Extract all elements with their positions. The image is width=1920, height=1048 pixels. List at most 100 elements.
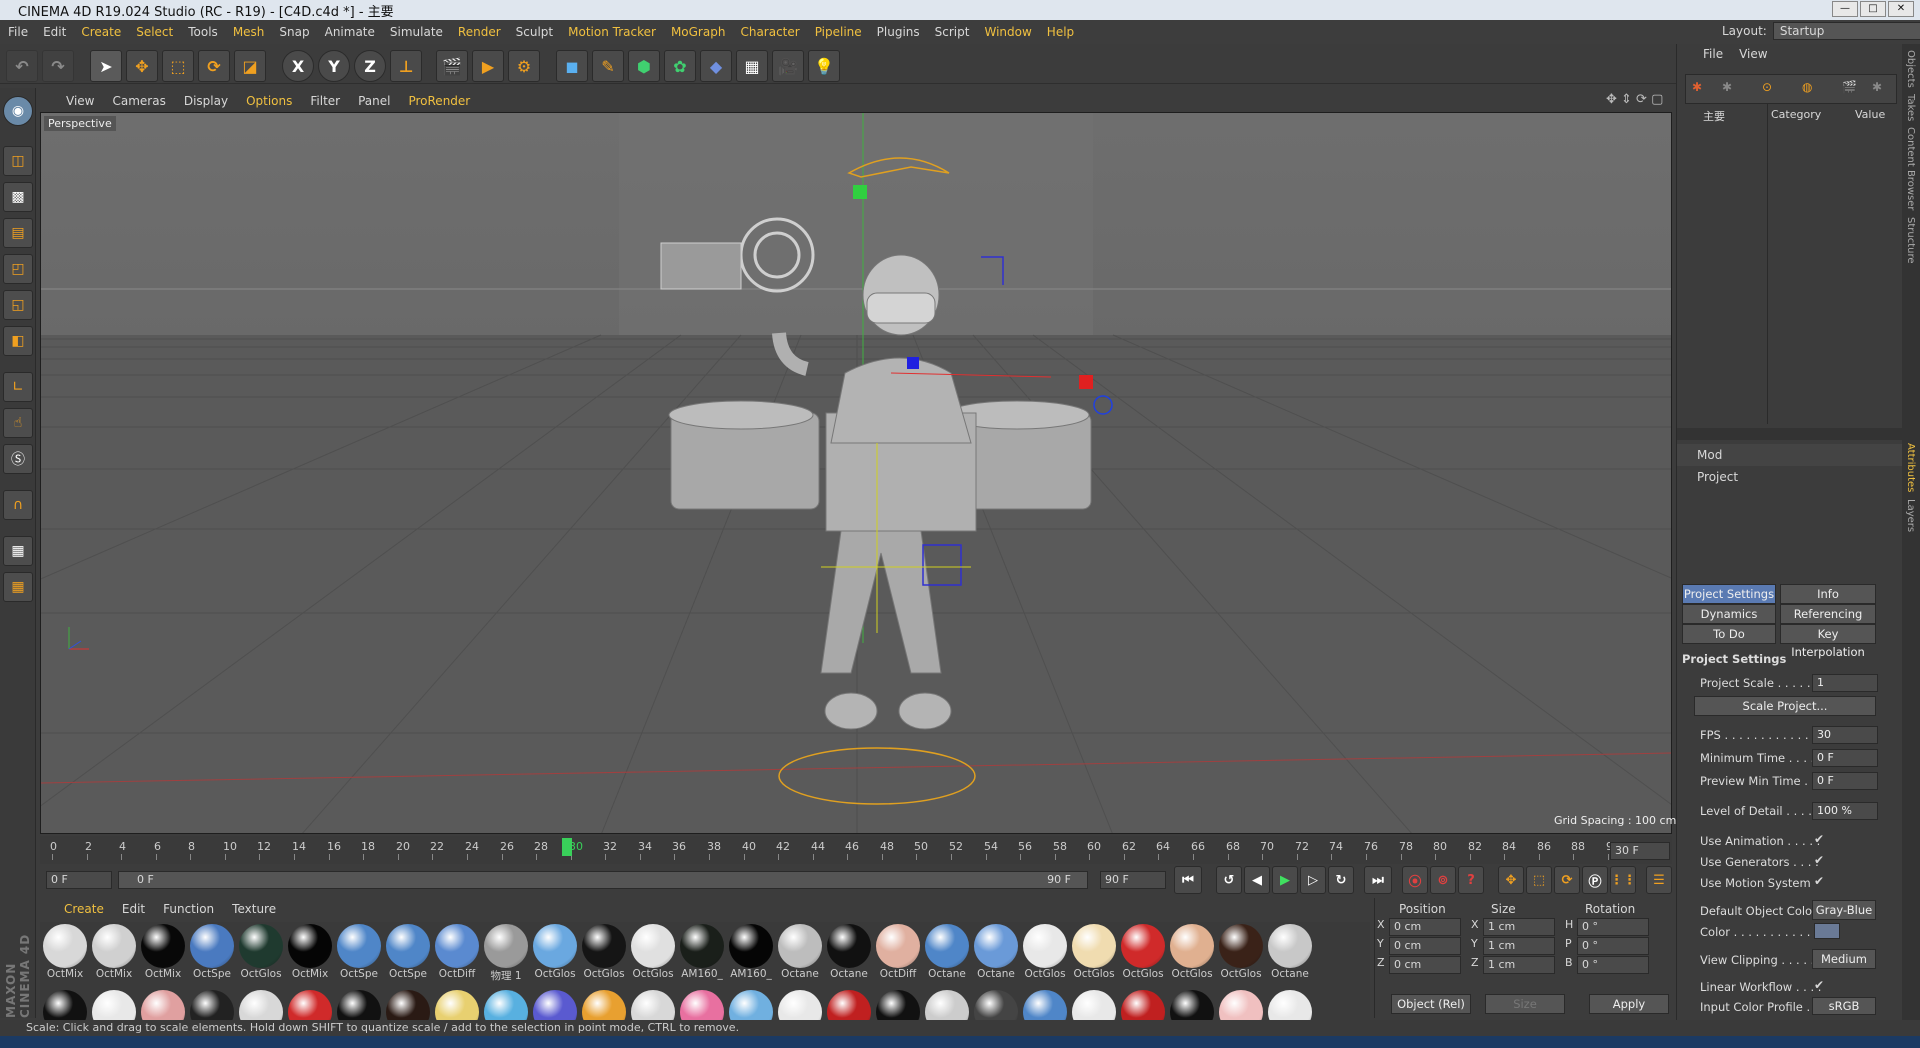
menu-render[interactable]: Render — [458, 25, 501, 39]
minimize-button[interactable]: — — [1832, 1, 1858, 17]
floor-icon[interactable]: ▦ — [736, 50, 768, 82]
select-tool-icon[interactable]: ➤ — [90, 50, 122, 82]
material-item[interactable]: OctMix — [42, 924, 88, 980]
workplane-mode-icon[interactable]: ▤ — [3, 218, 33, 248]
material-item[interactable]: OctGlos — [630, 924, 676, 980]
color-swatch[interactable] — [1814, 923, 1840, 939]
side-tab-layers[interactable]: Layers — [1905, 499, 1916, 532]
scale-project-button[interactable]: Scale Project... — [1694, 696, 1876, 716]
menu-character[interactable]: Character — [740, 25, 799, 39]
use-generators-checkbox[interactable]: ✔ — [1814, 853, 1824, 867]
menu-pipeline[interactable]: Pipeline — [815, 25, 862, 39]
points-mode-icon[interactable]: ◰ — [3, 254, 33, 284]
timeline-playhead[interactable] — [562, 838, 572, 856]
timeline-icon[interactable]: ☰ — [1646, 866, 1672, 894]
goto-end-icon[interactable]: ⏭ — [1364, 866, 1392, 894]
material-item[interactable]: OctSpe — [336, 924, 382, 980]
position-field[interactable]: 0 cm — [1389, 956, 1461, 974]
edges-mode-icon[interactable]: ◱ — [3, 290, 33, 320]
undo-icon[interactable]: ↶ — [6, 50, 38, 82]
objects-scrollbar[interactable] — [1677, 428, 1903, 440]
tab-key-interpolation[interactable]: Key Interpolation — [1780, 624, 1876, 659]
x-axis-button[interactable]: X — [282, 50, 314, 82]
linear-workflow-checkbox[interactable]: ✔ — [1814, 978, 1824, 992]
next-key-icon[interactable]: ↻ — [1328, 866, 1354, 894]
viewport-menu-view[interactable]: View — [66, 94, 94, 108]
cube-icon[interactable]: ◼ — [556, 50, 588, 82]
position-field[interactable]: 0 cm — [1389, 937, 1461, 955]
close-button[interactable]: ✕ — [1888, 1, 1914, 17]
rotation-key-icon[interactable]: ⟳ — [1554, 866, 1580, 894]
menu-motion-tracker[interactable]: Motion Tracker — [568, 25, 656, 39]
material-item[interactable]: Octane — [777, 924, 823, 980]
render-view-icon[interactable]: 🎬 — [436, 50, 468, 82]
viewport-menu-prorender[interactable]: ProRender — [408, 94, 470, 108]
octane-icon[interactable]: ✱ — [1692, 80, 1702, 94]
rotate-tool-icon[interactable]: ⟳ — [198, 50, 230, 82]
menu-select[interactable]: Select — [136, 25, 173, 39]
snap-icon[interactable]: ∩ — [3, 490, 33, 520]
deformer-icon[interactable]: ◆ — [700, 50, 732, 82]
position-field[interactable]: 0 cm — [1389, 918, 1461, 936]
menu-file[interactable]: File — [8, 25, 28, 39]
z-axis-button[interactable]: Z — [354, 50, 386, 82]
maximize-button[interactable]: □ — [1860, 1, 1886, 17]
octane-tool-icon[interactable]: ✱ — [1872, 80, 1882, 94]
coordinate-system-icon[interactable]: ⊥ — [390, 50, 422, 82]
default-object-color-dropdown[interactable]: Gray-Blue — [1812, 900, 1876, 920]
pen-icon[interactable]: ✎ — [592, 50, 624, 82]
previous-key-icon[interactable]: ↺ — [1216, 866, 1242, 894]
material-item[interactable]: Octane — [973, 924, 1019, 980]
menu-simulate[interactable]: Simulate — [390, 25, 443, 39]
objects-menu-file[interactable]: File — [1703, 47, 1723, 61]
octane-live-icon[interactable]: ◍ — [1802, 80, 1812, 94]
material-item[interactable]: OctSpe — [189, 924, 235, 980]
subdivision-icon[interactable]: ⬢ — [628, 50, 660, 82]
material-item[interactable]: OctGlos — [1218, 924, 1264, 980]
project-scale-field[interactable]: 1 — [1812, 674, 1878, 692]
mograph-cloner-icon[interactable]: ✿ — [664, 50, 696, 82]
scale-tool-icon[interactable]: ⬚ — [162, 50, 194, 82]
next-frame-icon[interactable]: ▷ — [1300, 866, 1326, 894]
texture-mode-icon[interactable]: ▩ — [3, 182, 33, 212]
material-menu-create[interactable]: Create — [64, 902, 104, 916]
rotation-field[interactable]: 0 ° — [1577, 937, 1649, 955]
tab-project-settings[interactable]: Project Settings — [1682, 584, 1776, 604]
material-menu-texture[interactable]: Texture — [232, 902, 276, 916]
minimum-time-field[interactable]: 0 F — [1812, 749, 1878, 767]
move-tool-icon[interactable]: ✥ — [126, 50, 158, 82]
viewport-menu-panel[interactable]: Panel — [358, 94, 390, 108]
tweak-mode-icon[interactable]: ☝ — [3, 408, 33, 438]
redo-icon[interactable]: ↷ — [42, 50, 74, 82]
menu-snap[interactable]: Snap — [279, 25, 309, 39]
preview-min-time-field[interactable]: 0 F — [1812, 772, 1878, 790]
viewport-menu-display[interactable]: Display — [184, 94, 228, 108]
tab-referencing[interactable]: Referencing — [1780, 604, 1876, 624]
record-icon[interactable]: ⦿ — [1402, 866, 1428, 894]
material-menu-edit[interactable]: Edit — [122, 902, 145, 916]
menu-window[interactable]: Window — [984, 25, 1031, 39]
polygons-mode-icon[interactable]: ◧ — [3, 326, 33, 356]
size-field[interactable]: 1 cm — [1483, 937, 1555, 955]
settings-icon[interactable]: ✱ — [1722, 80, 1732, 94]
menu-help[interactable]: Help — [1047, 25, 1074, 39]
size-field[interactable]: 1 cm — [1483, 918, 1555, 936]
end-frame-field[interactable]: 90 F — [1100, 871, 1166, 889]
size-mode-dropdown[interactable]: Size — [1485, 994, 1565, 1014]
render-octane-icon[interactable]: 🎬 — [1842, 80, 1857, 94]
goto-start-icon[interactable]: ⏮ — [1174, 866, 1202, 894]
menu-create[interactable]: Create — [81, 25, 121, 39]
scale-key-icon[interactable]: ⬚ — [1526, 866, 1552, 894]
light-icon[interactable]: 💡 — [808, 50, 840, 82]
side-tab-content-browser[interactable]: Content Browser — [1905, 127, 1916, 210]
octane-settings-icon[interactable]: ⊙ — [1762, 80, 1772, 94]
make-editable-icon[interactable]: ◉ — [3, 96, 33, 126]
material-item[interactable]: OctGlos — [1071, 924, 1117, 980]
material-item[interactable]: OctMix — [140, 924, 186, 980]
use-animation-checkbox[interactable]: ✔ — [1814, 832, 1824, 846]
material-item[interactable]: OctDiff — [434, 924, 480, 980]
viewport-menu-cameras[interactable]: Cameras — [112, 94, 165, 108]
axis-mode-icon[interactable]: ∟ — [3, 372, 33, 402]
material-item[interactable]: Octane — [1267, 924, 1313, 980]
play-icon[interactable]: ▶ — [1272, 866, 1298, 894]
